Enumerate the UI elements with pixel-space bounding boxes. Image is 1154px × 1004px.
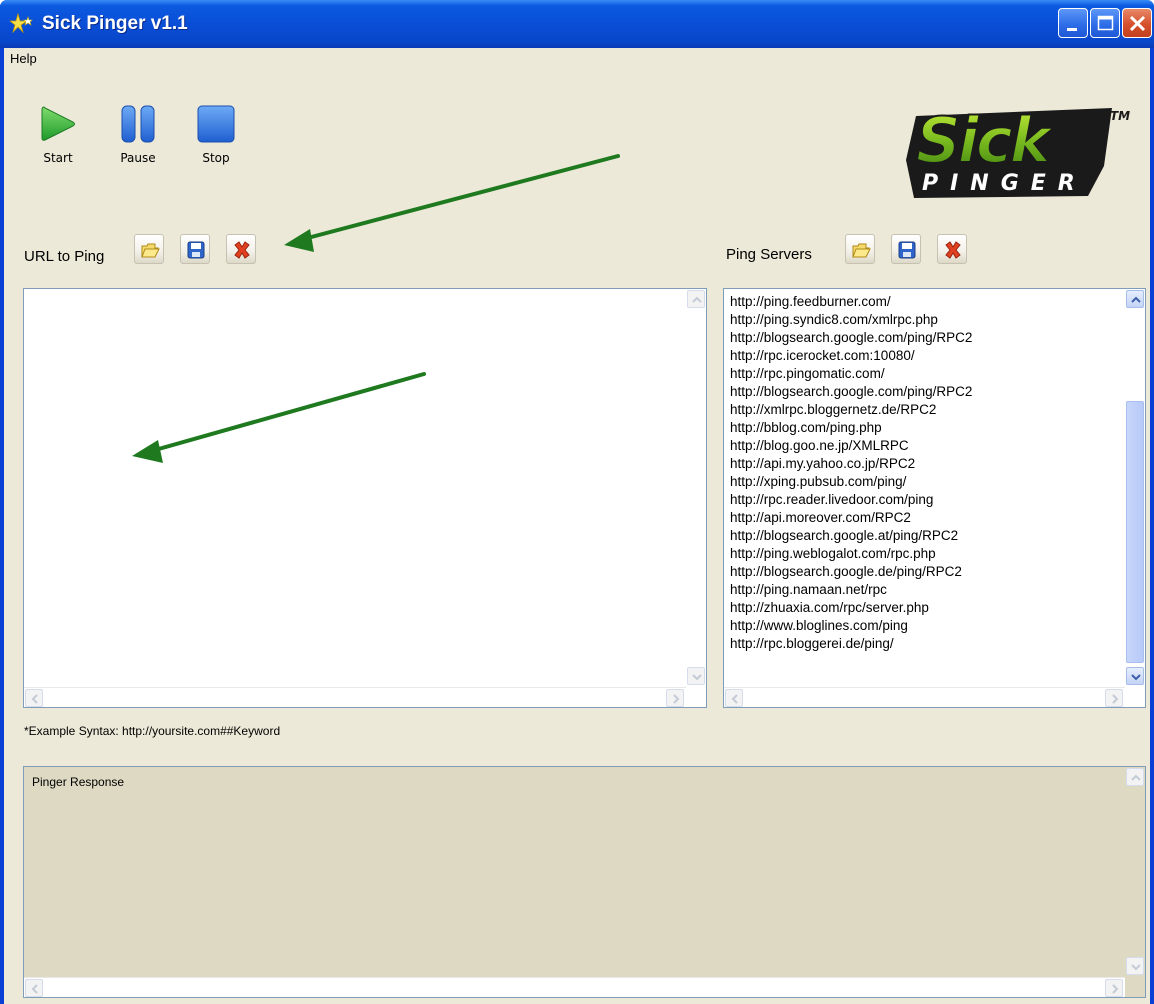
ping-server-entry: http://blogsearch.google.com/ping/RPC2 (730, 330, 973, 345)
start-label: Start (43, 151, 73, 165)
chevron-up-icon (692, 296, 702, 303)
scroll-left-button[interactable] (25, 979, 43, 997)
stop-icon (197, 105, 235, 143)
ping-server-entry: http://xmlrpc.bloggernetz.de/RPC2 (730, 402, 937, 417)
chevron-down-icon (692, 674, 702, 681)
ping-server-entry: http://api.moreover.com/RPC2 (730, 510, 911, 525)
chevron-down-icon (1131, 964, 1141, 971)
app-window: Sick Pinger v1.1 Help Start Pause Stop S… (0, 0, 1154, 1004)
url-horizontal-scrollbar[interactable] (24, 687, 686, 707)
open-folder-icon (852, 243, 871, 258)
close-button[interactable] (1122, 8, 1152, 38)
chevron-left-icon (31, 984, 38, 994)
chevron-left-icon (731, 694, 738, 704)
minimize-icon (1067, 28, 1077, 31)
stop-label: Stop (202, 151, 230, 165)
example-syntax-hint: *Example Syntax: http://yoursite.com##Ke… (24, 724, 281, 738)
ping-server-entry: http://blog.goo.ne.jp/XMLRPC (730, 438, 909, 453)
chevron-right-icon (673, 694, 680, 704)
scroll-down-button[interactable] (687, 667, 705, 685)
servers-save-button[interactable] (891, 234, 921, 264)
logo-subtitle: PINGER (922, 171, 1087, 196)
servers-open-button[interactable] (845, 234, 875, 264)
delete-x-icon (234, 241, 250, 259)
stop-button[interactable]: Stop (186, 104, 246, 165)
window-title: Sick Pinger v1.1 (42, 13, 188, 34)
ping-server-entry: http://bblog.com/ping.php (730, 420, 882, 435)
chevron-left-icon (31, 694, 38, 704)
ping-server-entry: http://zhuaxia.com/rpc/server.php (730, 600, 929, 615)
ping-server-entry: http://ping.syndic8.com/xmlrpc.php (730, 312, 938, 327)
close-icon (1129, 15, 1146, 32)
ping-server-entry: http://rpc.reader.livedoor.com/ping (730, 492, 934, 507)
url-clear-button[interactable] (226, 234, 256, 264)
servers-vertical-scrollbar[interactable] (1125, 289, 1145, 687)
open-folder-icon (141, 243, 160, 258)
client-area: Help Start Pause Stop Sick PINGER TM URL… (4, 48, 1150, 1004)
sick-pinger-logo: Sick PINGER TM (906, 103, 1130, 198)
save-disk-icon (898, 241, 916, 259)
ping-servers-textarea[interactable]: http://ping.feedburner.com/http://ping.s… (723, 288, 1146, 708)
ping-server-entry: http://www.bloglines.com/ping (730, 618, 908, 633)
chevron-right-icon (1112, 984, 1119, 994)
scroll-up-button[interactable] (1126, 290, 1144, 308)
servers-clear-button[interactable] (937, 234, 967, 264)
app-sparkle-icon (10, 13, 33, 34)
pinger-response-label: Pinger Response (32, 775, 125, 789)
title-bar[interactable]: Sick Pinger v1.1 (0, 0, 1154, 48)
response-horizontal-scrollbar[interactable] (24, 977, 1125, 997)
play-icon (41, 106, 75, 141)
logo-trademark: TM (1110, 109, 1130, 123)
delete-x-icon (945, 241, 961, 259)
url-vertical-scrollbar[interactable] (686, 289, 706, 687)
pause-icon (121, 105, 155, 143)
menu-help[interactable]: Help (10, 51, 37, 66)
ping-server-entry: http://rpc.pingomatic.com/ (730, 366, 885, 381)
url-input-area[interactable] (23, 288, 707, 708)
scroll-up-button[interactable] (687, 290, 705, 308)
chevron-down-icon (1131, 674, 1141, 681)
servers-horizontal-scrollbar[interactable] (724, 687, 1125, 707)
url-save-button[interactable] (180, 234, 210, 264)
ping-server-entry: http://api.my.yahoo.co.jp/RPC2 (730, 456, 916, 471)
ping-servers-list: http://ping.feedburner.com/http://ping.s… (730, 293, 1120, 653)
servers-scroll-thumb[interactable] (1126, 401, 1144, 663)
save-disk-icon (187, 241, 205, 259)
scroll-down-button[interactable] (1126, 957, 1144, 975)
pinger-response-area[interactable]: Pinger Response (23, 766, 1146, 998)
response-vertical-scrollbar[interactable] (1125, 767, 1145, 977)
maximize-icon (1097, 15, 1114, 31)
ping-server-entry: http://blogsearch.google.com/ping/RPC2 (730, 384, 973, 399)
ping-server-entry: http://rpc.icerocket.com:10080/ (730, 348, 915, 363)
scroll-up-button[interactable] (1126, 768, 1144, 786)
chevron-right-icon (1112, 694, 1119, 704)
scroll-right-button[interactable] (1105, 689, 1123, 707)
scroll-left-button[interactable] (725, 689, 743, 707)
minimize-button[interactable] (1058, 8, 1088, 38)
chevron-up-icon (1131, 774, 1141, 781)
ping-server-entry: http://rpc.bloggerei.de/ping/ (730, 636, 894, 651)
url-open-button[interactable] (134, 234, 164, 264)
scroll-down-button[interactable] (1126, 667, 1144, 685)
pause-label: Pause (120, 151, 156, 165)
chevron-up-icon (1131, 296, 1141, 303)
pause-button[interactable]: Pause (108, 104, 168, 165)
ping-server-entry: http://ping.weblogalot.com/rpc.php (730, 546, 936, 561)
ping-server-entry: http://ping.namaan.net/rpc (730, 582, 887, 597)
maximize-button[interactable] (1090, 8, 1120, 38)
logo-word: Sick (916, 104, 1055, 177)
ping-servers-label: Ping Servers (726, 246, 812, 263)
scroll-left-button[interactable] (25, 689, 43, 707)
ping-server-entry: http://xping.pubsub.com/ping/ (730, 474, 907, 489)
ping-server-entry: http://ping.feedburner.com/ (730, 294, 891, 309)
url-to-ping-label: URL to Ping (24, 248, 105, 265)
menu-bar: Help (4, 48, 1150, 70)
start-button[interactable]: Start (28, 104, 88, 165)
ping-server-entry: http://blogsearch.google.at/ping/RPC2 (730, 528, 959, 543)
scroll-right-button[interactable] (666, 689, 684, 707)
scroll-right-button[interactable] (1105, 979, 1123, 997)
ping-server-entry: http://blogsearch.google.de/ping/RPC2 (730, 564, 962, 579)
